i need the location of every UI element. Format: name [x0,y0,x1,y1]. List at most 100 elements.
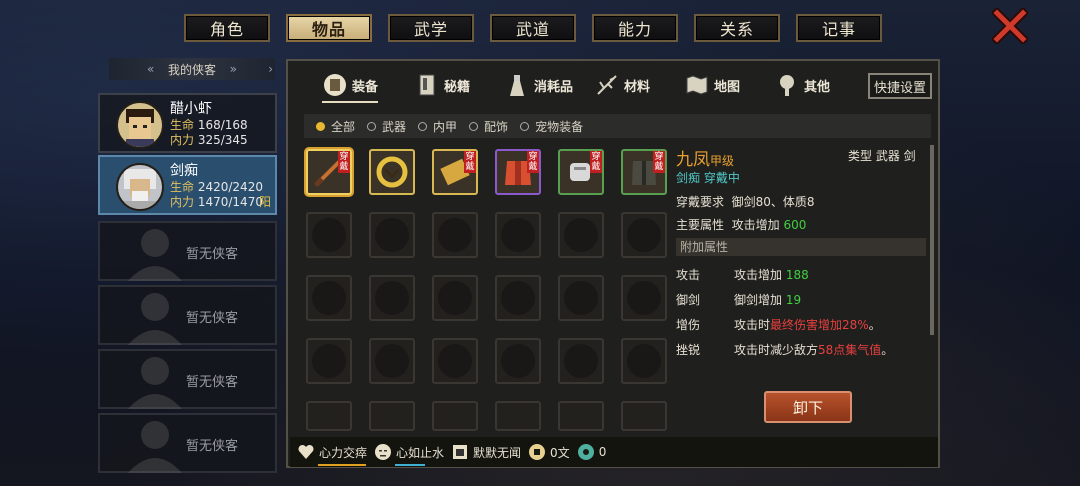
silhouette-icon [128,293,182,345]
status-label: 心力交瘁 [319,445,368,460]
empty-slot[interactable] [495,275,541,321]
status-label: 心如止水 [396,445,445,460]
subtab-consumables[interactable]: 消耗品 [504,69,573,101]
attr-row: 攻击 攻击增加 188 [676,268,809,282]
tab-martial-way[interactable]: 武道 [490,14,576,42]
anonymous-icon [453,445,468,459]
empty-slot[interactable] [369,401,415,431]
tab-relations[interactable]: 关系 [694,14,780,42]
hero-name: 剑痴 [170,163,198,179]
silhouette-icon [128,357,182,409]
armor-icon [324,74,346,96]
quick-settings-button[interactable]: 快捷设置 [868,73,932,99]
item-slot-ring[interactable] [369,149,415,195]
attr-row: 挫锐 攻击时减少敌方58点集气值。 [676,343,894,357]
empty-hero-slot[interactable]: 暂无侠客 [98,413,277,473]
subtab-maps[interactable]: 地图 [684,69,740,101]
status-jade[interactable]: 0 [576,442,606,462]
subtab-others[interactable]: 其他 [774,69,830,101]
empty-slot[interactable] [369,212,415,258]
item-slot-gauntlet[interactable]: 穿戴 [558,149,604,195]
close-icon[interactable] [992,8,1028,44]
empty-hero-label: 暂无侠客 [186,311,239,326]
subtab-equipment[interactable]: 装备 [322,69,379,103]
arrow-right-icon[interactable]: › [268,62,273,76]
radio-dot [418,121,428,131]
hero-mp: 内力 1470/1470 [170,195,263,209]
hero-card-selected[interactable]: 剑痴 生命 2420/2420 内力 1470/1470 阳 [98,155,277,215]
empty-hero-label: 暂无侠客 [186,439,239,454]
status-mood[interactable]: 心如止水 [373,442,445,466]
filter-all[interactable]: 全部 [316,118,355,135]
subtab-materials[interactable]: 材料 [594,69,650,101]
detail-scrollbar[interactable] [930,145,934,335]
jade-icon [577,444,594,460]
empty-slot[interactable] [432,275,478,321]
empty-slot[interactable] [495,338,541,384]
empty-slot[interactable] [432,212,478,258]
empty-slot[interactable] [495,212,541,258]
filter-weapon[interactable]: 武器 [367,118,406,135]
filter-inner-armor[interactable]: 内甲 [418,118,457,135]
empty-slot[interactable] [621,275,667,321]
empty-slot[interactable] [558,338,604,384]
empty-slot[interactable] [306,212,352,258]
empty-slot[interactable] [369,275,415,321]
equipped-badge: 穿戴 [590,151,602,173]
silhouette-icon [128,421,182,473]
item-type: 类型 武器 剑 [848,149,916,163]
ring-icon [376,156,408,188]
chevron-left-icon[interactable]: « [147,62,154,76]
empty-slot[interactable] [495,401,541,431]
unequip-button[interactable]: 卸下 [764,391,852,423]
tab-martial-arts[interactable]: 武学 [388,14,474,42]
tab-abilities[interactable]: 能力 [592,14,678,42]
empty-hero-slot[interactable]: 暂无侠客 [98,221,277,281]
empty-slot[interactable] [432,338,478,384]
filter-accessory[interactable]: 配饰 [469,118,508,135]
subtab-manuals[interactable]: 秘籍 [414,69,470,101]
radio-dot [367,121,377,131]
mood-bar [395,464,426,466]
avatar [116,101,164,149]
empty-slot[interactable] [369,338,415,384]
item-slot-token[interactable]: 穿戴 [432,149,478,195]
status-money[interactable]: 0文 [527,442,570,462]
tab-journal[interactable]: 记事 [796,14,882,42]
empty-hero-slot[interactable]: 暂无侠客 [98,285,277,345]
hero-list-title: 我的侠客 [167,62,216,77]
empty-slot[interactable] [306,338,352,384]
attr-row: 御剑 御剑增加 19 [676,293,802,307]
empty-slot[interactable] [558,212,604,258]
item-main-attr: 主要属性 攻击增加 600 [676,218,807,232]
status-stamina[interactable]: 心力交瘁 [296,442,368,466]
book-icon [419,74,435,96]
empty-slot[interactable] [621,401,667,431]
hero-list-header: « 我的侠客 » › [109,58,275,80]
filter-pet-equipment[interactable]: 宠物装备 [520,118,583,135]
chevron-right-icon[interactable]: » [230,62,237,76]
empty-slot[interactable] [306,401,352,431]
empty-slot[interactable] [306,275,352,321]
empty-slot[interactable] [432,401,478,431]
status-bar: 心力交瘁 心如止水 默默无闻 0文 0 [290,437,938,467]
item-category-tabs: 装备 秘籍 消耗品 材料 地图 其他 快捷设置 [288,61,938,111]
item-slot-armor[interactable]: 穿戴 [621,149,667,195]
hero-card[interactable]: 醋小虾 生命 168/168 内力 325/345 [98,93,277,153]
empty-hero-slot[interactable]: 暂无侠客 [98,349,277,409]
stamina-bar [318,464,366,466]
empty-slot[interactable] [558,401,604,431]
empty-slot[interactable] [558,275,604,321]
item-detail: 九凤甲级 类型 武器 剑 剑痴 穿戴中 穿戴要求 御剑80、体质8 主要属性 攻… [672,145,934,375]
item-name: 九凤甲级 [676,150,735,170]
empty-hero-label: 暂无侠客 [186,247,239,262]
equipped-badge: 穿戴 [338,151,350,173]
item-slot-sword[interactable]: 穿戴 [306,149,352,195]
status-fame[interactable]: 默默无闻 [450,442,521,462]
empty-slot[interactable] [621,338,667,384]
hero-mp: 内力 325/345 [170,133,248,147]
empty-slot[interactable] [621,212,667,258]
tab-character[interactable]: 角色 [184,14,270,42]
tab-items[interactable]: 物品 [286,14,372,42]
item-slot-robe[interactable]: 穿戴 [495,149,541,195]
